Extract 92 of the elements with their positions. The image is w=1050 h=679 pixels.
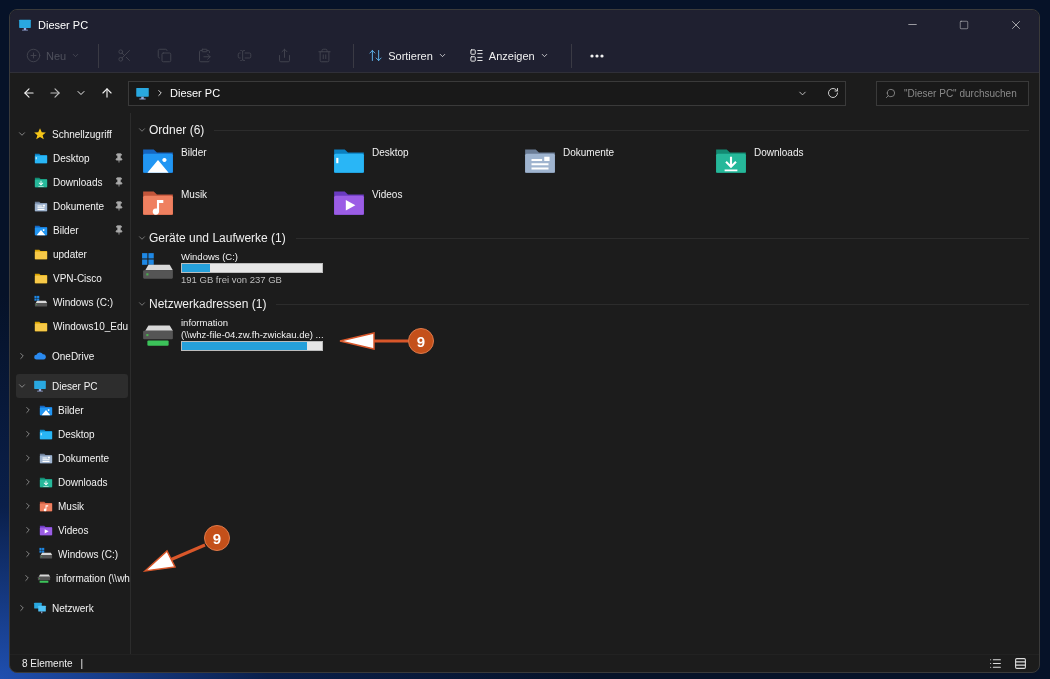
callout-arrow <box>339 332 408 350</box>
star-icon <box>33 127 47 141</box>
section-header[interactable]: Netzwerkadressen (1) <box>137 293 1029 315</box>
status-divider: | <box>80 658 85 669</box>
sidebar-item[interactable]: Netzwerk <box>16 596 128 620</box>
folder-name[interactable]: Downloads <box>754 147 804 158</box>
chevron-down-icon <box>137 299 147 309</box>
chevron-right-icon <box>23 405 33 415</box>
sidebar-item[interactable]: OneDrive <box>16 344 128 368</box>
desktop-folder-icon <box>39 427 53 441</box>
chevron-right-icon <box>23 453 33 463</box>
sidebar-item[interactable]: Schnellzugriff <box>16 122 128 146</box>
chevron-right-icon <box>23 429 33 439</box>
address-field[interactable]: Dieser PC <box>128 80 846 106</box>
item-count: 8 Elemente <box>22 658 73 669</box>
document-folder-icon <box>39 451 53 465</box>
pin-icon <box>114 201 124 211</box>
sidebar-item[interactable]: Dieser PC <box>16 374 128 398</box>
caret-icon <box>71 51 81 60</box>
folder-name[interactable]: Dokumente <box>563 147 615 158</box>
folder-icon <box>34 271 48 285</box>
pin-icon <box>114 177 124 187</box>
caret-icon <box>437 51 447 60</box>
chevron-down-icon <box>137 233 147 243</box>
sidebar-item[interactable]: Bilder <box>16 398 128 422</box>
chevron-right-icon <box>23 477 33 487</box>
drive-icon <box>39 547 53 561</box>
sidebar-item[interactable]: Downloads <box>16 470 128 494</box>
tiles-view-button[interactable] <box>1012 657 1029 670</box>
search-icon <box>885 87 896 99</box>
path-segment[interactable]: Dieser PC <box>170 87 792 99</box>
sidebar-item[interactable]: Videos <box>16 518 128 542</box>
monitor-icon <box>18 17 32 32</box>
sidebar-item[interactable]: Bilder <box>16 218 128 242</box>
pin-icon <box>114 153 124 163</box>
section-header[interactable]: Geräte und Laufwerke (1) <box>137 227 1029 249</box>
chevron-right-icon <box>22 573 32 583</box>
chevron-down-icon <box>137 125 147 135</box>
sidebar-item[interactable]: Desktop <box>16 422 128 446</box>
download-folder-icon <box>34 175 48 189</box>
music-folder-icon <box>39 499 53 513</box>
chevron-right-icon <box>23 549 33 559</box>
drive-name[interactable]: information <box>181 317 323 328</box>
sidebar-item[interactable]: updater <box>16 242 128 266</box>
sidebar-item[interactable]: information (\\wh <box>16 566 128 590</box>
drive-space: 191 GB frei von 237 GB <box>181 274 283 285</box>
chevron-right-icon <box>23 525 33 535</box>
monitor-icon <box>135 85 150 101</box>
chevron-right-icon <box>155 88 165 98</box>
window-title: Dieser PC <box>38 18 90 31</box>
folder-icon <box>34 319 48 333</box>
download-folder-icon <box>39 475 53 489</box>
arrow-right-icon <box>48 86 62 100</box>
sidebar-item[interactable]: Dokumente <box>16 446 128 470</box>
desktop-folder-icon <box>34 151 48 165</box>
sidebar-item[interactable]: Downloads <box>16 170 128 194</box>
sidebar-item[interactable]: Windows (C:) <box>16 542 128 566</box>
drive-name[interactable]: Windows (C:) <box>181 251 323 262</box>
sort-button[interactable]: Sortieren <box>362 41 453 70</box>
maximize-icon <box>959 19 969 30</box>
image-folder-icon <box>39 403 53 417</box>
section-header[interactable]: Ordner (6) <box>137 119 1029 141</box>
chevron-right-icon <box>17 603 27 613</box>
chevron-down-icon <box>17 381 27 391</box>
monitor-icon <box>33 379 47 393</box>
folder-name[interactable]: Musik <box>181 189 208 200</box>
chevron-right-icon <box>23 501 33 511</box>
folder-name[interactable]: Desktop <box>372 147 409 158</box>
folder-icon <box>34 247 48 261</box>
sidebar-item[interactable]: VPN-Cisco <box>16 266 128 290</box>
caret-icon <box>539 51 549 60</box>
refresh-icon <box>827 87 839 99</box>
details-view-button[interactable] <box>987 657 1004 670</box>
drive-path: (\\whz-file-04.zw.fh-zwickau.de) ... <box>181 329 323 340</box>
chevron-down-icon <box>17 129 27 139</box>
callout-arrow <box>142 543 206 573</box>
view-button[interactable]: Anzeigen <box>462 41 555 70</box>
folder-name[interactable]: Videos <box>372 189 403 200</box>
sidebar-item[interactable]: Desktop <box>16 146 128 170</box>
sidebar-item[interactable]: Windows10_Edu <box>16 314 128 338</box>
drive-icon <box>34 295 48 309</box>
chevron-right-icon <box>17 351 27 361</box>
sidebar-item[interactable]: Dokumente <box>16 194 128 218</box>
pin-icon <box>114 225 124 235</box>
sidebar-item[interactable]: Windows (C:) <box>16 290 128 314</box>
network-icon <box>33 601 47 615</box>
document-folder-icon <box>34 199 48 213</box>
folder-name[interactable]: Bilder <box>181 147 207 158</box>
cloud-icon <box>33 349 47 363</box>
sidebar-item[interactable]: Musik <box>16 494 128 518</box>
video-folder-icon <box>39 523 53 537</box>
image-folder-icon <box>34 223 48 237</box>
